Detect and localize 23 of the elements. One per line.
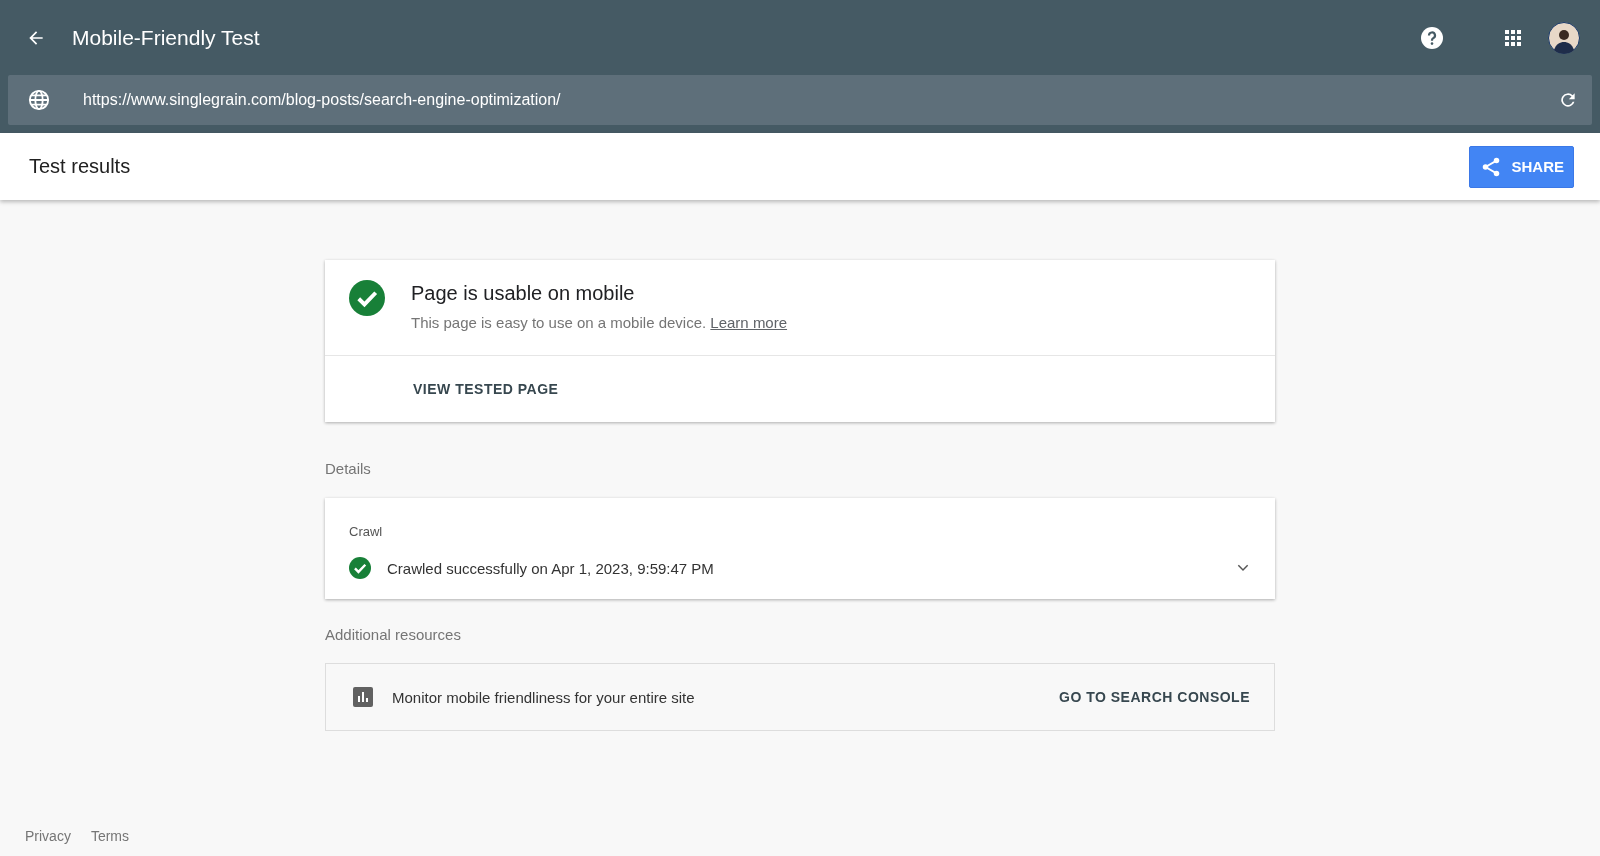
search-console-button[interactable]: GO TO SEARCH CONSOLE — [1059, 689, 1250, 705]
results-title: Test results — [29, 155, 132, 178]
view-tested-page-button[interactable]: VIEW TESTED PAGE — [413, 356, 559, 422]
details-heading: Details — [325, 460, 372, 477]
refresh-icon[interactable] — [1558, 90, 1578, 110]
app-title: Mobile-Friendly Test — [72, 25, 261, 50]
crawl-label: Crawl — [349, 524, 384, 539]
help-icon[interactable] — [1420, 25, 1444, 50]
footer-link[interactable]: Privacy — [25, 828, 71, 844]
apps-grid-icon[interactable] — [1504, 28, 1522, 47]
share-button[interactable]: SHARE — [1469, 145, 1574, 188]
resource-text: Monitor mobile friendliness for your entire site — [392, 688, 696, 706]
success-check-icon — [349, 280, 385, 316]
footer-link[interactable]: Terms — [90, 828, 130, 844]
bar-chart-icon — [353, 687, 373, 707]
verdict-title: Page is usable on mobile — [411, 282, 636, 305]
avatar-icon[interactable] — [1548, 21, 1580, 54]
globe-icon — [28, 89, 50, 111]
resources-heading: Additional resources — [325, 626, 462, 643]
learn-more-link[interactable]: Learn more — [710, 314, 788, 331]
crawl-status: Crawled successfully on Apr 1, 2023, 9:59:47 PM — [387, 559, 715, 577]
verdict-description: This page is easy to use on a mobile device. Learn more — [411, 314, 788, 331]
success-check-icon — [349, 557, 371, 579]
